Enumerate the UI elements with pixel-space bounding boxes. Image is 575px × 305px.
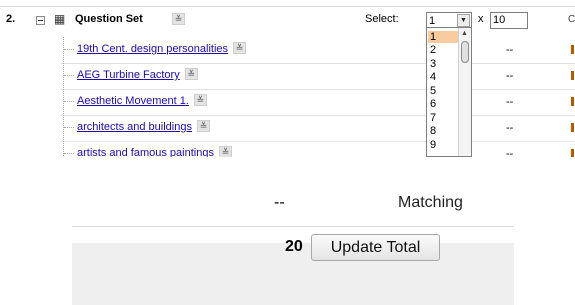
summary-divider (72, 226, 514, 227)
clipped-column-marker (571, 97, 574, 106)
question-list: 19th Cent. design personalities ≚ -- AEG … (0, 37, 575, 157)
points-input[interactable]: 10 (490, 12, 528, 29)
select-option[interactable]: 5 (428, 85, 458, 97)
scroll-up-arrow-icon[interactable]: ▲ (461, 30, 468, 37)
tree-connector (63, 115, 64, 142)
question-set-title: Question Set (75, 13, 143, 25)
summary-points: -- (274, 194, 285, 211)
question-points: -- (506, 96, 514, 108)
clipped-column-char: C (568, 14, 575, 25)
question-menu-icon[interactable]: ≚ (233, 42, 247, 55)
select-option[interactable]: 4 (428, 71, 458, 83)
question-title[interactable]: 19th Cent. design personalities (77, 43, 228, 55)
tree-branch (64, 127, 74, 128)
tree-connector (63, 141, 64, 157)
question-link[interactable]: artists and famous paintings ≚ (77, 146, 232, 157)
question-points: -- (506, 44, 514, 56)
select-option[interactable]: 2 (428, 44, 458, 56)
question-title[interactable]: Aesthetic Movement 1. (77, 95, 189, 107)
question-menu-icon[interactable]: ≚ (184, 68, 198, 81)
select-label: Select: (365, 13, 399, 25)
question-points: -- (506, 122, 514, 134)
question-title[interactable]: architects and buildings (77, 121, 192, 133)
list-item: artists and famous paintings ≚ -- (0, 141, 575, 157)
clipped-column-marker (571, 45, 574, 54)
dropdown-scrollbar[interactable]: ▲ (458, 28, 471, 156)
tree-branch (64, 101, 74, 102)
select-current-value: 1 (429, 15, 436, 27)
collapse-toggle-icon[interactable] (36, 16, 45, 25)
dropdown-arrow-icon[interactable]: ▼ (457, 14, 470, 27)
list-item: architects and buildings ≚ -- (0, 115, 575, 142)
tree-branch (64, 75, 74, 76)
total-points: 20 (285, 238, 303, 255)
list-item: Aesthetic Movement 1. ≚ -- (0, 89, 575, 116)
select-options-list[interactable]: 1 2 3 4 5 6 7 8 9 ▲ (426, 27, 472, 157)
tree-connector (63, 37, 64, 64)
summary-question-type: Matching (398, 194, 463, 211)
question-link[interactable]: Aesthetic Movement 1. ≚ (77, 94, 207, 107)
question-link[interactable]: 19th Cent. design personalities ≚ (77, 42, 247, 55)
scrollbar-thumb[interactable] (461, 41, 469, 63)
select-option[interactable]: 1 (428, 31, 458, 43)
list-item: 19th Cent. design personalities ≚ -- (0, 37, 575, 64)
question-points: -- (506, 148, 514, 157)
question-title[interactable]: AEG Turbine Factory (77, 69, 180, 81)
tree-connector (63, 63, 64, 90)
select-option[interactable]: 3 (428, 58, 458, 70)
question-menu-icon[interactable]: ≚ (196, 120, 210, 133)
clipped-column-marker (571, 123, 574, 132)
question-title[interactable]: artists and famous paintings (77, 147, 214, 157)
multiply-sign: x (478, 13, 484, 25)
select-option[interactable]: 7 (428, 112, 458, 124)
tree-branch (64, 153, 74, 154)
question-menu-icon[interactable]: ≚ (193, 94, 207, 107)
question-menu-icon[interactable]: ≚ (218, 146, 232, 157)
question-link[interactable]: AEG Turbine Factory ≚ (77, 68, 198, 81)
question-set-row: 2. ▦ Question Set ≚ Select: 1 ▼ x 10 C (0, 9, 575, 33)
clipped-column-marker (571, 71, 574, 80)
question-set-document-icon: ▦ (54, 12, 66, 26)
question-set-number: 2. (6, 13, 16, 25)
select-option[interactable]: 9 (428, 139, 458, 151)
clipped-column-marker (571, 149, 574, 157)
question-points: -- (506, 70, 514, 82)
tree-connector (63, 89, 64, 116)
question-link[interactable]: architects and buildings ≚ (77, 120, 210, 133)
top-divider (0, 6, 575, 7)
select-option[interactable]: 6 (428, 98, 458, 110)
question-set-menu-icon[interactable]: ≚ (172, 13, 185, 25)
select-option[interactable]: 8 (428, 125, 458, 137)
update-total-button[interactable]: Update Total (311, 234, 440, 261)
list-item: AEG Turbine Factory ≚ -- (0, 63, 575, 90)
tree-branch (64, 49, 74, 50)
